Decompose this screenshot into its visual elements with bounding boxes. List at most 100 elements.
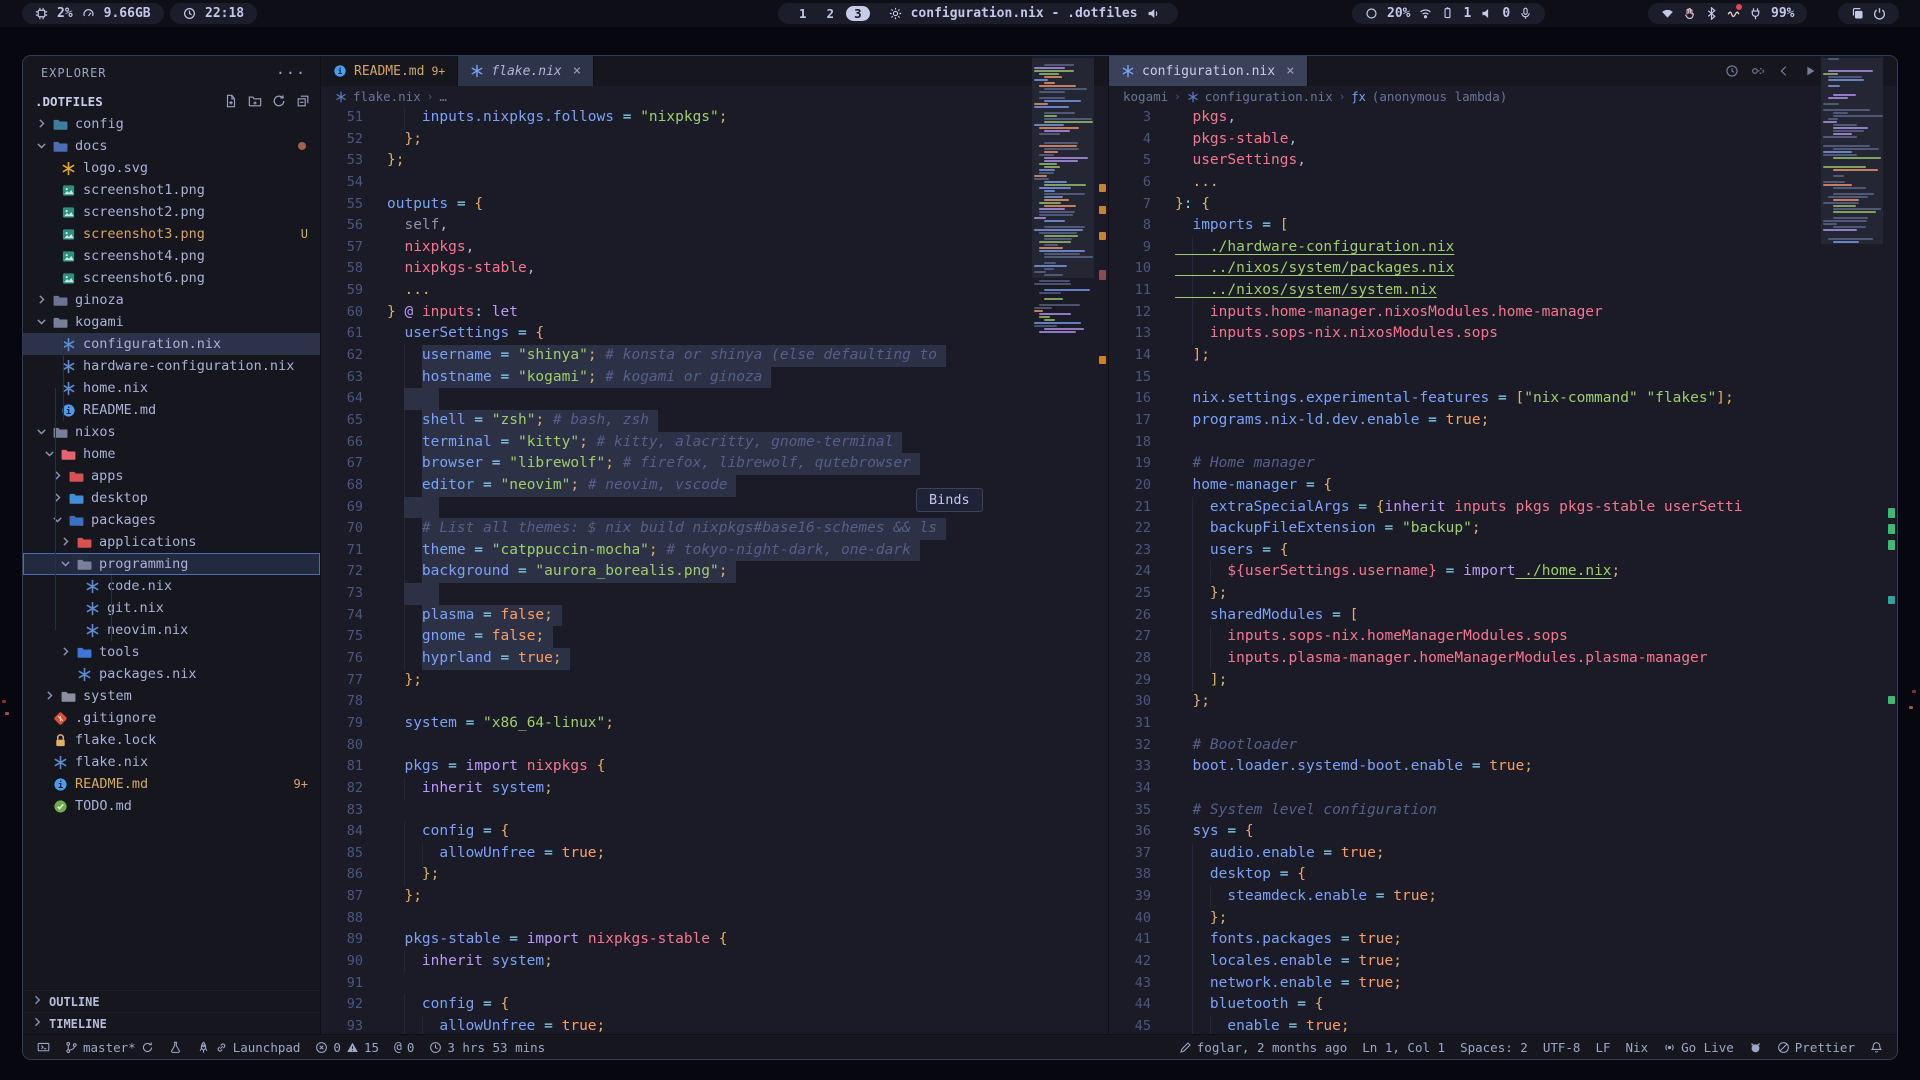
minimap[interactable]: [1821, 56, 1883, 1034]
code-line[interactable]: 86 };: [321, 864, 1108, 886]
code-line[interactable]: 71 theme = "catppuccin-mocha"; # tokyo-n…: [321, 540, 1108, 562]
code-line[interactable]: 59 ...: [321, 280, 1108, 302]
code-editor-configuration-nix[interactable]: 3 pkgs,4 pkgs-stable,5 userSettings,6 ..…: [1109, 107, 1897, 1034]
code-line[interactable]: 39 steamdeck.enable = true;: [1109, 886, 1897, 908]
code-line[interactable]: 70 # List all themes: $ nix build nixpkg…: [321, 518, 1108, 540]
code-line[interactable]: 60} @ inputs: let: [321, 302, 1108, 324]
indentation-indicator[interactable]: Spaces: 2: [1460, 1040, 1528, 1055]
code-line[interactable]: 27 inputs.sops-nix.homeManagerModules.so…: [1109, 626, 1897, 648]
code-line[interactable]: 16 nix.settings.experimental-features = …: [1109, 388, 1897, 410]
pet-indicator[interactable]: [1749, 1041, 1762, 1054]
notifications-button[interactable]: [1870, 1041, 1883, 1054]
workspace-1[interactable]: 1: [791, 6, 815, 21]
tree-item-screenshot1-png[interactable]: screenshot1.png: [23, 179, 320, 201]
tree-item-apps[interactable]: apps: [23, 465, 320, 487]
workspace-root-header[interactable]: .DOTFILES: [23, 89, 320, 113]
code-line[interactable]: 5 userSettings,: [1109, 150, 1897, 172]
code-line[interactable]: 14 ];: [1109, 345, 1897, 367]
code-line[interactable]: 78: [321, 691, 1108, 713]
code-editor-flake-nix[interactable]: 51 inputs.nixpkgs.follows = "nixpkgs";52…: [321, 107, 1108, 1034]
code-line[interactable]: 42 locales.enable = true;: [1109, 951, 1897, 973]
code-line[interactable]: 40 };: [1109, 908, 1897, 930]
code-line[interactable]: 17 programs.nix-ld.dev.enable = true;: [1109, 410, 1897, 432]
code-line[interactable]: 72 background = "aurora_borealis.png";: [321, 561, 1108, 583]
code-line[interactable]: 52 };: [321, 129, 1108, 151]
code-line[interactable]: 29 ];: [1109, 670, 1897, 692]
code-line[interactable]: 61 userSettings = {: [321, 323, 1108, 345]
close-icon[interactable]: ×: [1286, 63, 1294, 79]
power-icon[interactable]: [1873, 7, 1886, 20]
tree-item-kogami[interactable]: kogami: [23, 311, 320, 333]
tree-item-screenshot6-png[interactable]: screenshot6.png: [23, 267, 320, 289]
git-branch-indicator[interactable]: master*: [65, 1040, 154, 1055]
close-icon[interactable]: ×: [573, 63, 581, 79]
code-line[interactable]: 20 home-manager = {: [1109, 475, 1897, 497]
tree-item-neovim-nix[interactable]: neovim.nix: [23, 619, 320, 641]
language-mode[interactable]: Nix: [1626, 1040, 1649, 1055]
code-line[interactable]: 79 system = "x86_64-linux";: [321, 713, 1108, 735]
code-line[interactable]: 57 nixpkgs,: [321, 237, 1108, 259]
timeline-history-icon[interactable]: [1725, 64, 1739, 78]
code-line[interactable]: 87 };: [321, 886, 1108, 908]
tree-item-configuration-nix[interactable]: configuration.nix: [23, 333, 320, 355]
go-live-button[interactable]: Go Live: [1663, 1040, 1734, 1055]
outline-section[interactable]: OUTLINE: [23, 990, 320, 1012]
refresh-icon[interactable]: [272, 94, 286, 108]
git-blame-indicator[interactable]: foglar, 2 months ago: [1179, 1040, 1348, 1055]
remote-indicator[interactable]: [37, 1041, 50, 1054]
code-line[interactable]: 58 nixpkgs-stable,: [321, 258, 1108, 280]
minimap-slider[interactable]: [1821, 58, 1883, 244]
collapse-all-icon[interactable]: [296, 94, 310, 108]
code-line[interactable]: 44 bluetooth = {: [1109, 994, 1897, 1016]
code-line[interactable]: 55outputs = {: [321, 194, 1108, 216]
tree-item--gitignore[interactable]: .gitignore: [23, 707, 320, 729]
code-line[interactable]: 4 pkgs-stable,: [1109, 129, 1897, 151]
code-line[interactable]: 9 ./hardware-configuration.nix: [1109, 237, 1897, 259]
tab-configuration-nix[interactable]: configuration.nix ×: [1109, 56, 1308, 86]
launchpad-indicator[interactable]: Launchpad: [197, 1040, 301, 1055]
code-line[interactable]: 8 imports = [: [1109, 215, 1897, 237]
code-line[interactable]: 36 sys = {: [1109, 821, 1897, 843]
new-folder-icon[interactable]: [248, 94, 262, 108]
tree-item-code-nix[interactable]: code.nix: [23, 575, 320, 597]
open-changes-icon[interactable]: [1751, 64, 1765, 78]
code-line[interactable]: 69: [321, 497, 1108, 519]
tree-item-packages[interactable]: packages: [23, 509, 320, 531]
tree-item-home-nix[interactable]: home.nix: [23, 377, 320, 399]
breadcrumb-item[interactable]: flake.nix: [353, 89, 421, 104]
code-line[interactable]: 90 inherit system;: [321, 951, 1108, 973]
code-line[interactable]: 77 };: [321, 670, 1108, 692]
tree-item-config[interactable]: config: [23, 113, 320, 135]
tree-item-nixos[interactable]: nixos: [23, 421, 320, 443]
code-line[interactable]: 89 pkgs-stable = import nixpkgs-stable {: [321, 929, 1108, 951]
code-line[interactable]: 43 network.enable = true;: [1109, 973, 1897, 995]
code-line[interactable]: 88: [321, 908, 1108, 930]
code-line[interactable]: 13 inputs.sops-nix.nixosModules.sops: [1109, 323, 1897, 345]
code-line[interactable]: 53};: [321, 150, 1108, 172]
code-line[interactable]: 84 config = {: [321, 821, 1108, 843]
code-line[interactable]: 67 browser = "librewolf"; # firefox, lib…: [321, 453, 1108, 475]
code-line[interactable]: 45 enable = true;: [1109, 1016, 1897, 1034]
code-line[interactable]: 81 pkgs = import nixpkgs {: [321, 756, 1108, 778]
code-line[interactable]: 56 self,: [321, 215, 1108, 237]
code-line[interactable]: 62 username = "shinya"; # konsta or shin…: [321, 345, 1108, 367]
wakatime-indicator[interactable]: 3 hrs 53 mins: [429, 1040, 545, 1055]
tree-item-hardware-configuration-nix[interactable]: hardware-configuration.nix: [23, 355, 320, 377]
tree-item-flake-nix[interactable]: flake.nix: [23, 751, 320, 773]
code-line[interactable]: 6 ...: [1109, 172, 1897, 194]
timeline-section[interactable]: TIMELINE: [23, 1012, 320, 1034]
feedback-indicator[interactable]: @ 0: [394, 1040, 414, 1055]
code-line[interactable]: 65 shell = "zsh"; # bash, zsh: [321, 410, 1108, 432]
workspace-2[interactable]: 2: [819, 6, 843, 21]
tree-item-screenshot4-png[interactable]: screenshot4.png: [23, 245, 320, 267]
tree-item-screenshot2-png[interactable]: screenshot2.png: [23, 201, 320, 223]
tree-item-logo-svg[interactable]: logo.svg: [23, 157, 320, 179]
code-line[interactable]: 66 terminal = "kitty"; # kitty, alacritt…: [321, 432, 1108, 454]
run-icon[interactable]: [1803, 64, 1817, 78]
tree-item-screenshot3-png[interactable]: screenshot3.pngU: [23, 223, 320, 245]
code-line[interactable]: 21 extraSpecialArgs = {inherit inputs pk…: [1109, 497, 1897, 519]
breadcrumb-item[interactable]: (anonymous lambda): [1372, 89, 1507, 104]
tree-item-tools[interactable]: tools: [23, 641, 320, 663]
tree-item-desktop[interactable]: desktop: [23, 487, 320, 509]
tree-item-readme-md[interactable]: iREADME.md9+: [23, 773, 320, 795]
